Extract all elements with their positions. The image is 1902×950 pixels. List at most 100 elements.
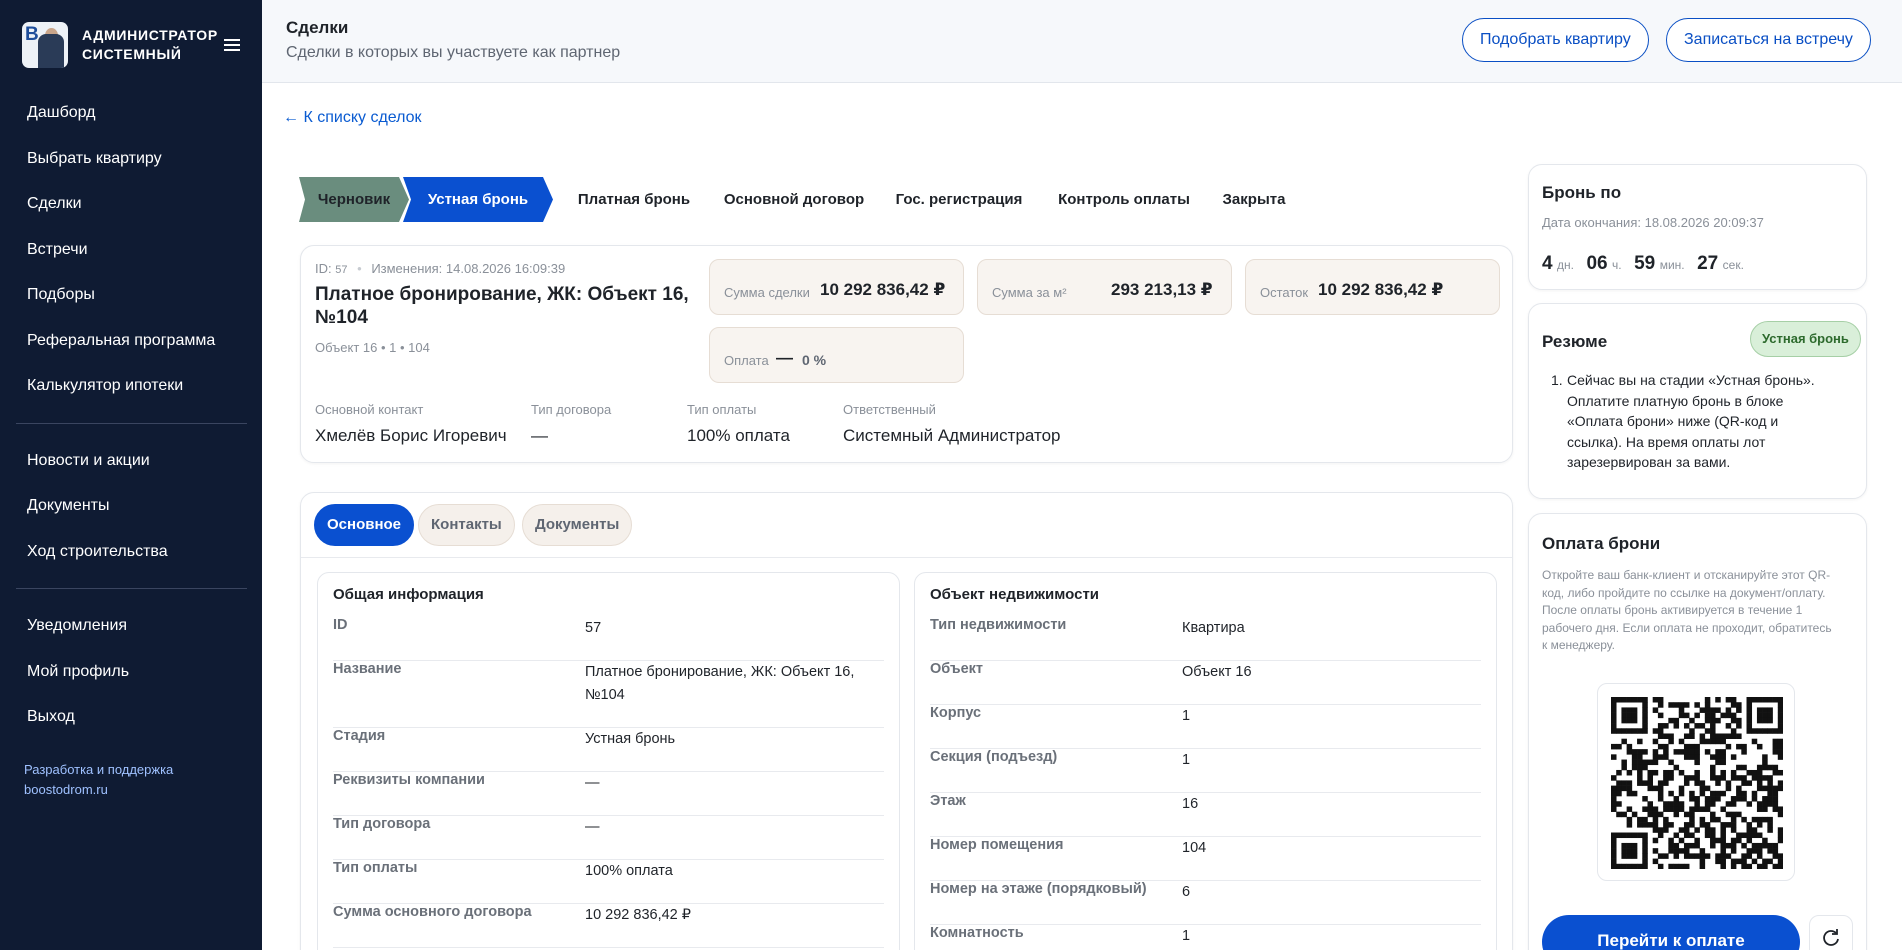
row-value: Платное бронирование, ЖК: Объект 16, №104: [585, 661, 854, 707]
footer-link[interactable]: boostodrom.ru: [24, 780, 262, 800]
countdown-seconds: 27: [1697, 253, 1719, 274]
stage-main-contract[interactable]: Основной договор: [709, 177, 879, 222]
nav-tertiary: Уведомления Мой профиль Выход: [0, 603, 262, 740]
table-row: Номер помещения 104: [930, 837, 1481, 881]
nav-item-selections[interactable]: Подборы: [0, 272, 262, 318]
sqm-sum-label: Сумма за м²: [992, 285, 1067, 300]
table-row: Сумма основного договора 10 292 836,42 ₽: [333, 904, 884, 948]
stage-paid-booking[interactable]: Платная бронь: [559, 177, 709, 222]
stage-draft[interactable]: Черновик: [299, 177, 409, 222]
nav-item-mortgage-calc[interactable]: Калькулятор ипотеки: [0, 363, 262, 409]
tabs-divider: [301, 557, 1512, 558]
page-subtitle: Сделки в которых вы участвуете как партн…: [286, 44, 621, 61]
stage-closed[interactable]: Закрыта: [1209, 177, 1299, 222]
sqm-sum-value: 293 213,13 ₽: [1111, 280, 1213, 299]
table-row: Комнатность 1: [930, 925, 1481, 950]
deal-subtitle: Объект 16 • 1 • 104: [315, 340, 430, 355]
nav-item-deals[interactable]: Сделки: [0, 181, 262, 227]
nav-item-notifications[interactable]: Уведомления: [0, 603, 262, 649]
row-key: Реквизиты компании: [333, 772, 485, 788]
payment-progress-dash: —: [776, 348, 793, 367]
deal-meta: ID: 57 • Изменения: 14.08.2026 16:09:39: [315, 261, 565, 276]
countdown-minutes: 59: [1634, 253, 1656, 274]
resume-line: «Оплата брони» ниже (QR-код и: [1567, 413, 1779, 429]
nav-item-dashboard[interactable]: Дашборд: [0, 90, 262, 136]
resume-item-text: Сейчас вы на стадии «Устная бронь». Опла…: [1567, 370, 1857, 473]
table-row: Этаж 16: [930, 793, 1481, 837]
payment-desc-line: После оплаты бронь активируется в течени…: [1542, 603, 1803, 617]
user-name-line2: СИСТЕМНЫЙ: [82, 46, 182, 62]
nav-item-choose-apartment[interactable]: Выбрать квартиру: [0, 136, 262, 182]
payment-type-value: 100% оплата: [687, 426, 790, 445]
nav-item-meetings[interactable]: Встречи: [0, 227, 262, 273]
table-row: Реквизиты компании —: [333, 772, 884, 816]
payment-progress-label: Оплата: [724, 353, 769, 368]
row-key: Сумма основного договора: [333, 904, 532, 920]
row-value: 104: [1182, 840, 1207, 856]
contract-type-value: —: [531, 426, 548, 445]
deal-id-value: 57: [335, 264, 348, 276]
general-info-title: Общая информация: [333, 586, 484, 603]
book-meeting-button[interactable]: Записаться на встречу: [1666, 18, 1871, 62]
table-row: Секция (подъезд) 1: [930, 749, 1481, 793]
nav-item-construction[interactable]: Ход строительства: [0, 529, 262, 575]
tab-main[interactable]: Основное: [314, 504, 415, 546]
brand-logo-letter: B: [25, 24, 39, 45]
menu-icon[interactable]: [224, 36, 240, 54]
tab-documents[interactable]: Документы: [522, 504, 633, 546]
responsible-value: Системный Администратор: [843, 426, 1061, 445]
row-value: 1: [1182, 928, 1191, 944]
nav-item-documents[interactable]: Документы: [0, 483, 262, 529]
stage-oral-booking[interactable]: Устная бронь: [403, 177, 553, 222]
nav-secondary: Новости и акции Документы Ход строительс…: [0, 438, 262, 575]
contract-type-label: Тип договора: [531, 402, 612, 417]
remaining-chip: Остаток 10 292 836,42 ₽: [1245, 259, 1500, 315]
nav-item-logout[interactable]: Выход: [0, 694, 262, 740]
row-key: Номер на этаже (порядковый): [930, 881, 1147, 897]
avatar[interactable]: B: [22, 22, 68, 68]
pick-apartment-button[interactable]: Подобрать квартиру: [1462, 18, 1649, 62]
deal-title-line2: №104: [315, 307, 368, 328]
footer-line1: Разработка и поддержка: [24, 761, 174, 777]
row-value: Объект 16: [1182, 664, 1252, 680]
stage-badge: Устная бронь: [1750, 321, 1861, 357]
countdown-hours: 06: [1586, 253, 1608, 274]
resume-line: Сейчас вы на стадии «Устная бронь».: [1567, 372, 1815, 388]
row-key: Объект: [930, 661, 984, 677]
row-value: 1: [1182, 708, 1191, 724]
deal-summary-card: ID: 57 • Изменения: 14.08.2026 16:09:39 …: [300, 245, 1513, 463]
payment-desc-line: код, либо пройдите по ссылке на документ…: [1542, 585, 1826, 600]
nav-item-referral[interactable]: Реферальная программа: [0, 318, 262, 364]
refresh-button[interactable]: [1809, 915, 1853, 950]
stage-progress: Черновик Устная бронь Платная бронь Осно…: [299, 177, 1299, 222]
countdown: 4 дн. 06 ч. 59 мин. 27 сек.: [1542, 253, 1744, 275]
tab-contacts[interactable]: Контакты: [418, 504, 515, 546]
main-contact-label: Основной контакт: [315, 402, 424, 417]
remaining-value: 10 292 836,42 ₽: [1318, 280, 1444, 299]
general-info-panel: Общая информация ID 57 Название Платное бр…: [317, 572, 900, 950]
resume-line: ссылка). На время оплаты лот: [1567, 433, 1766, 450]
deal-sum-label: Сумма сделки: [724, 285, 810, 300]
table-row: Номер на этаже (порядковый) 6: [930, 881, 1481, 925]
back-to-deals-link[interactable]: ← К списку сделок: [283, 109, 422, 127]
table-row: Тип договора —: [333, 816, 884, 860]
resume-line: зарезервирован за вами.: [1567, 454, 1731, 470]
resume-item-number: 1.: [1551, 372, 1563, 388]
row-key: Тип недвижимости: [930, 617, 1067, 633]
stage-state-registration[interactable]: Гос. регистрация: [879, 177, 1039, 222]
stage-payment-control[interactable]: Контроль оплаты: [1039, 177, 1209, 222]
row-value: 100% оплата: [585, 863, 673, 879]
deal-title-line1: Платное бронирование, ЖК: Объект 16,: [315, 284, 689, 305]
row-key: Этаж: [930, 793, 966, 809]
go-to-payment-button[interactable]: Перейти к оплате: [1542, 915, 1800, 950]
row-value: —: [585, 775, 600, 791]
nav-item-news[interactable]: Новости и акции: [0, 438, 262, 484]
countdown-seconds-unit: сек.: [1722, 258, 1744, 272]
nav-item-profile[interactable]: Мой профиль: [0, 649, 262, 695]
deal-changes-value: 14.08.2026 16:09:39: [445, 261, 566, 276]
sidebar-footer[interactable]: Разработка и поддержка boostodrom.ru: [0, 760, 262, 800]
main-contact-value[interactable]: Хмелёв Борис Игоревич: [315, 426, 507, 446]
resume-line: Оплатите платную бронь в блоке: [1567, 392, 1784, 409]
qr-code: [1597, 683, 1795, 881]
payment-desc-line: к менеджеру.: [1542, 638, 1615, 652]
